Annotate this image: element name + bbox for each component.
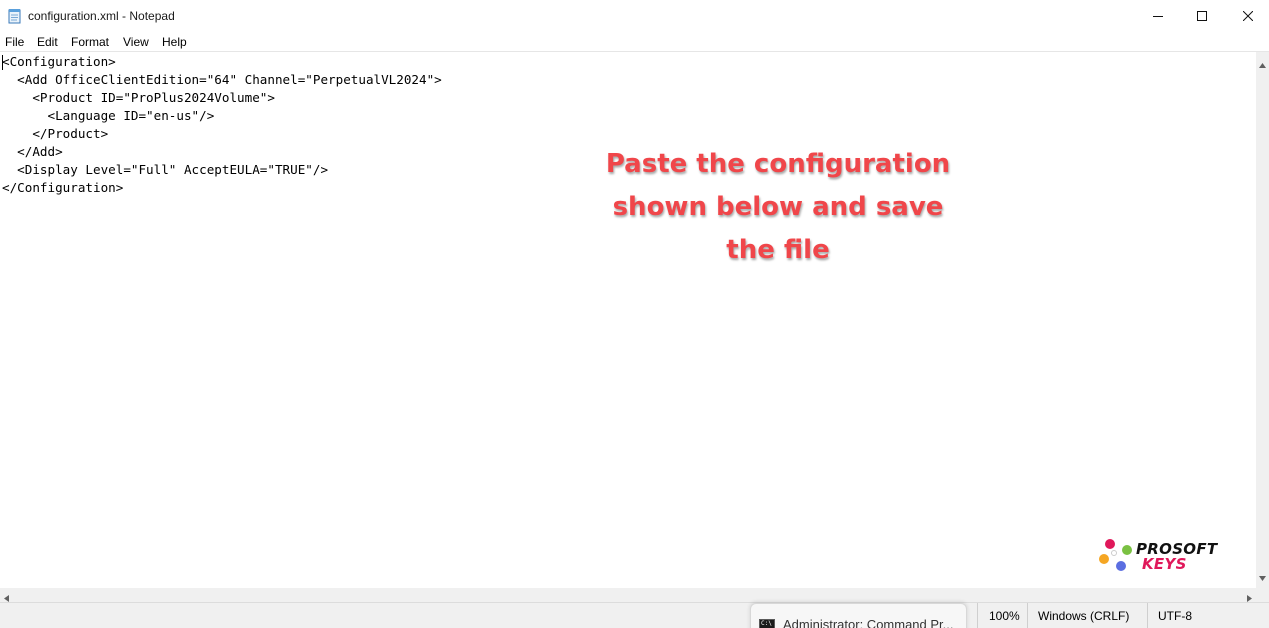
editor-content[interactable]: <Configuration> <Add OfficeClientEdition… — [2, 53, 442, 197]
maximize-button[interactable] — [1179, 0, 1225, 32]
instruction-annotation: Paste the configuration shown below and … — [578, 143, 978, 272]
scrollbar-corner — [1256, 588, 1269, 602]
close-icon — [1243, 11, 1253, 21]
status-zoom: 100% — [977, 603, 1027, 628]
horizontal-scrollbar[interactable] — [0, 588, 1256, 602]
notepad-icon — [8, 8, 22, 24]
status-line-ending: Windows (CRLF) — [1027, 603, 1147, 628]
scroll-down-icon[interactable] — [1259, 570, 1266, 584]
logo-text-keys: KEYS — [1142, 555, 1187, 573]
zoom-level: 100% — [989, 609, 1020, 623]
scroll-up-icon[interactable] — [1259, 57, 1266, 71]
code-line: <Configuration> — [2, 54, 116, 69]
logo-dot-icon — [1116, 561, 1126, 571]
code-line: </Configuration> — [2, 180, 124, 195]
title-bar[interactable]: configuration.xml - Notepad — [0, 0, 1269, 32]
logo-dot-icon — [1099, 554, 1109, 564]
menu-bar: File Edit Format View Help — [0, 32, 1269, 52]
menu-view[interactable]: View — [123, 35, 149, 49]
logo-dot-icon — [1122, 545, 1132, 555]
annotation-line: shown below and save — [612, 192, 944, 222]
taskbar-command-prompt[interactable]: C:\ Administrator: Command Pr... — [750, 603, 967, 628]
vertical-scrollbar[interactable] — [1256, 52, 1269, 588]
text-editor[interactable]: <Configuration> <Add OfficeClientEdition… — [0, 52, 1256, 588]
annotation-line: Paste the configuration — [605, 149, 951, 179]
menu-file[interactable]: File — [5, 35, 24, 49]
text-caret — [2, 55, 3, 70]
command-prompt-icon: C:\ — [759, 619, 775, 628]
menu-help[interactable]: Help — [162, 35, 187, 49]
taskbar-item-label: Administrator: Command Pr... — [783, 617, 954, 628]
minimize-icon — [1153, 16, 1163, 17]
logo-dot-icon — [1105, 539, 1115, 549]
code-line: <Display Level="Full" AcceptEULA="TRUE"/… — [2, 162, 329, 177]
menu-edit[interactable]: Edit — [37, 35, 58, 49]
close-button[interactable] — [1225, 0, 1269, 32]
annotation-line: the file — [726, 235, 830, 265]
logo-dot-icon — [1111, 550, 1117, 556]
code-line: <Add OfficeClientEdition="64" Channel="P… — [2, 72, 442, 87]
status-bar: 100% Windows (CRLF) UTF-8 — [0, 602, 1269, 628]
code-line: <Product ID="ProPlus2024Volume"> — [2, 90, 275, 105]
code-line: </Add> — [2, 144, 63, 159]
icon-glyph: C:\ — [761, 620, 772, 627]
code-line: <Language ID="en-us"/> — [2, 108, 215, 123]
line-ending: Windows (CRLF) — [1038, 609, 1130, 623]
maximize-icon — [1197, 11, 1207, 21]
prosoft-keys-logo: PROSOFT KEYS — [1096, 537, 1256, 577]
encoding: UTF-8 — [1158, 609, 1192, 623]
status-encoding: UTF-8 — [1147, 603, 1269, 628]
menu-format[interactable]: Format — [71, 35, 109, 49]
window-title: configuration.xml - Notepad — [28, 9, 175, 23]
code-line: </Product> — [2, 126, 109, 141]
minimize-button[interactable] — [1135, 0, 1181, 32]
